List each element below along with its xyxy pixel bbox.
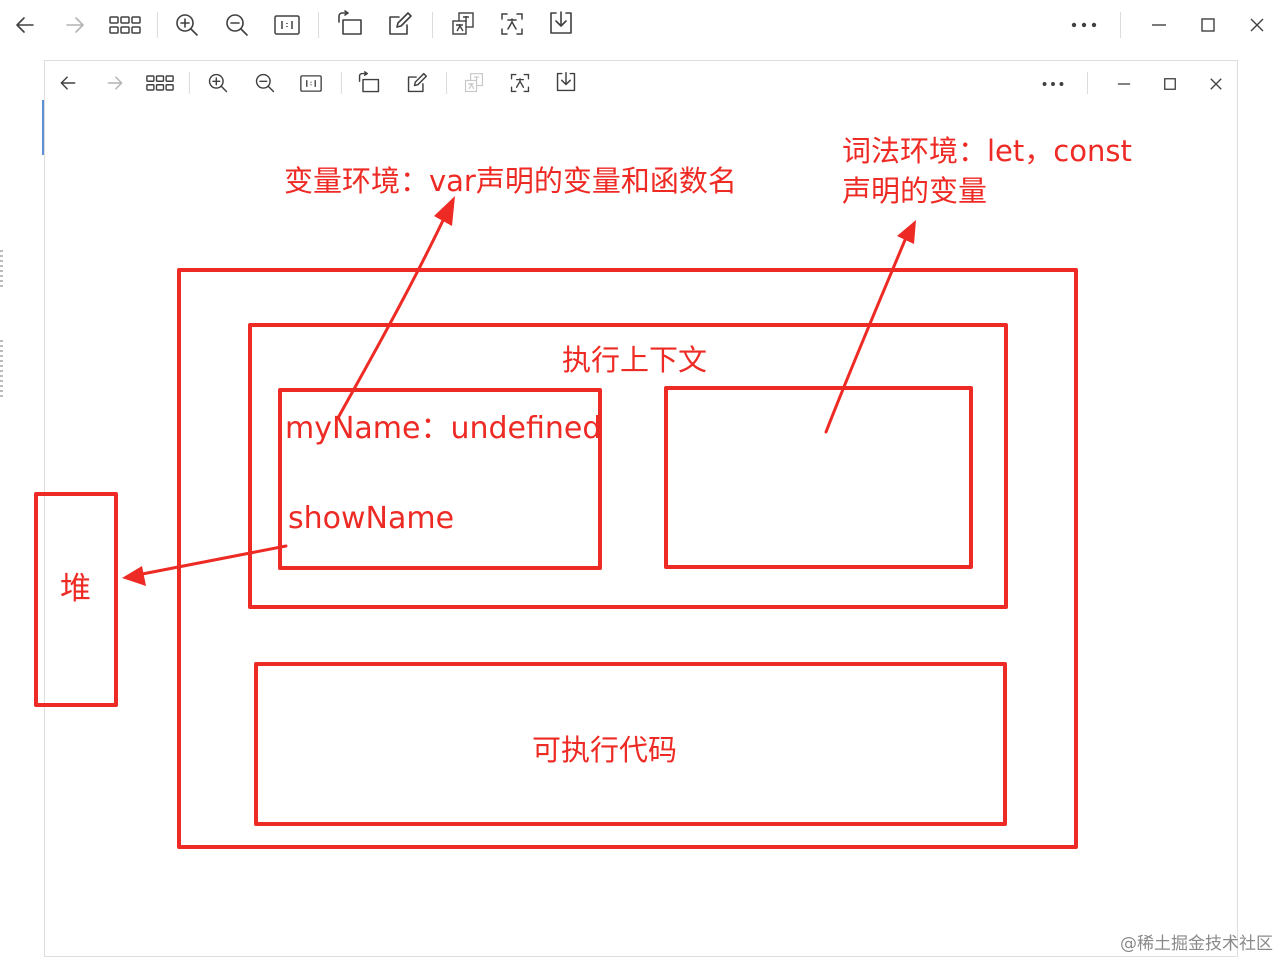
showname-function-label: showName bbox=[288, 501, 455, 536]
executable-code-label: 可执行代码 bbox=[532, 733, 678, 767]
exec-context-label: 执行上下文 bbox=[562, 343, 708, 377]
heap-arrow bbox=[130, 544, 288, 578]
lexical-env-label-line2: 声明的变量 bbox=[842, 174, 988, 208]
heap-arrowhead bbox=[122, 566, 146, 586]
variable-env-arrowhead bbox=[434, 196, 455, 226]
heap-label: 堆 bbox=[60, 571, 91, 607]
lexical-env-label-line1: 词法环境：let，const bbox=[842, 134, 1132, 168]
myname-variable-label: myName：undefined bbox=[285, 411, 602, 446]
lexical-env-arrow bbox=[824, 226, 912, 434]
watermark: @稀土掘金技术社区 bbox=[1120, 934, 1273, 954]
lexical-env-box bbox=[664, 386, 973, 569]
variable-env-arrow bbox=[336, 208, 450, 420]
variable-env-label: 变量环境：var声明的变量和函数名 bbox=[284, 164, 737, 198]
lexical-env-arrowhead bbox=[897, 220, 916, 244]
